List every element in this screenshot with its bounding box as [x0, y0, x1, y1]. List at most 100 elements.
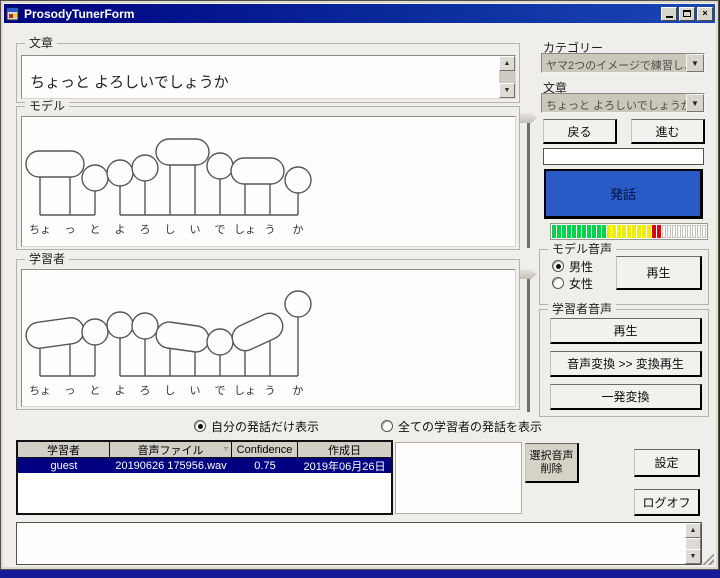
mora-label: で — [215, 385, 226, 397]
recordings-table[interactable]: 学習者 音声ファイル▿ Confidence 作成日 guest20190626… — [16, 440, 393, 515]
pitch-circle — [107, 160, 133, 186]
back-button[interactable]: 戻る — [543, 119, 617, 144]
meter-segment — [627, 225, 631, 238]
pitch-oval — [24, 316, 85, 350]
sentence-dropdown[interactable]: ちょっと よろしいでしょうか ▼ — [541, 93, 705, 113]
sentence-dropdown-value: ちょっと よろしいでしょうか — [542, 94, 686, 112]
sentence-scrollbar[interactable]: ▲ ▼ — [499, 56, 515, 98]
radio-female-icon — [552, 277, 564, 289]
category-dropdown[interactable]: ヤマ2つのイメージで練習しよう ▼ — [541, 53, 705, 73]
log-scrollbar[interactable]: ▲ ▼ — [685, 523, 701, 564]
sentence-textbox[interactable]: ちょっと よろしいでしょうか ▲ ▼ — [21, 55, 516, 99]
column-header-confidence[interactable]: Confidence — [232, 442, 298, 457]
meter-segment — [642, 225, 646, 238]
model-slider-track[interactable] — [527, 122, 530, 248]
delete-button-line2: 削除 — [541, 463, 563, 476]
app-window: ProsodyTunerForm × 文章 ちょっと よろしいでしょうか ▲ ▼… — [1, 1, 718, 569]
pitch-circle — [132, 155, 158, 181]
column-header-created[interactable]: 作成日 — [298, 442, 391, 457]
resize-grip[interactable] — [701, 552, 714, 565]
settings-button[interactable]: 設定 — [634, 449, 700, 477]
empty-detail-panel — [395, 442, 522, 514]
oneshot-convert-button[interactable]: 一発変換 — [550, 384, 702, 410]
filter-all-radio[interactable]: 全ての学習者の発話を表示 — [381, 419, 542, 433]
model-slider-thumb[interactable] — [520, 113, 537, 123]
meter-segment — [567, 225, 571, 238]
close-button[interactable]: × — [697, 7, 713, 21]
voice-convert-button[interactable]: 音声変換 >> 変換再生 — [550, 351, 702, 377]
mora-label: しょ — [234, 384, 256, 397]
table-cell: 20190626 175956.wav — [110, 458, 232, 473]
learner-pitch-chart: ちょっとよろしいでしょうか — [22, 270, 515, 406]
scroll-down-icon[interactable]: ▼ — [499, 83, 515, 98]
scroll-up-icon[interactable]: ▲ — [685, 523, 701, 538]
meter-segment — [602, 225, 606, 238]
forward-button[interactable]: 進む — [631, 119, 705, 144]
pitch-oval — [231, 158, 284, 184]
meter-segment — [597, 225, 601, 238]
meter-segment — [677, 225, 681, 238]
mora-label: ろ — [140, 224, 151, 236]
pitch-circle — [207, 329, 233, 355]
mora-label: と — [90, 223, 101, 236]
pitch-oval — [26, 151, 84, 177]
meter-segment — [637, 225, 641, 238]
pitch-circle — [82, 319, 108, 345]
meter-segment — [557, 225, 561, 238]
maximize-button[interactable] — [679, 7, 695, 21]
female-voice-radio[interactable]: 女性 — [552, 276, 593, 290]
model-pitch-panel[interactable]: ちょっとよろしいでしょうか — [21, 116, 516, 247]
mora-label: い — [190, 385, 201, 397]
delete-selected-voice-button[interactable]: 選択音声 削除 — [525, 443, 579, 483]
learner-play-button[interactable]: 再生 — [550, 318, 702, 344]
mora-label: い — [190, 224, 201, 236]
meter-segment — [652, 225, 656, 238]
meter-segment — [692, 225, 696, 238]
learner-pitch-panel[interactable]: ちょっとよろしいでしょうか — [21, 269, 516, 407]
meter-segment — [552, 225, 556, 238]
pitch-oval — [228, 309, 287, 355]
mora-label: ちょ — [29, 384, 51, 397]
sort-indicator-icon: ▿ — [224, 445, 228, 453]
table-header-row: 学習者 音声ファイル▿ Confidence 作成日 — [18, 442, 391, 458]
chevron-down-icon[interactable]: ▼ — [686, 94, 704, 112]
logoff-button[interactable]: ログオフ — [634, 489, 700, 516]
filter-own-radio[interactable]: 自分の発話だけ表示 — [194, 419, 319, 433]
learner-slider-thumb[interactable] — [520, 269, 537, 279]
log-textarea[interactable]: ▲ ▼ — [16, 522, 702, 565]
table-row[interactable]: guest20190626 175956.wav0.752019年06月26日 — [18, 458, 391, 473]
column-header-file[interactable]: 音声ファイル▿ — [110, 442, 232, 457]
pitch-circle — [285, 167, 311, 193]
model-pitch-chart: ちょっとよろしいでしょうか — [22, 117, 515, 246]
meter-segment — [592, 225, 596, 238]
pitch-circle — [82, 165, 108, 191]
mora-label: よ — [115, 384, 126, 397]
learner-slider-track[interactable] — [527, 278, 530, 412]
app-icon — [6, 7, 20, 21]
column-header-learner[interactable]: 学習者 — [18, 442, 110, 457]
radio-male-icon — [552, 260, 564, 272]
meter-segment — [697, 225, 701, 238]
meter-segment — [702, 225, 706, 238]
meter-segment — [572, 225, 576, 238]
mora-label: し — [165, 384, 176, 397]
minimize-button[interactable] — [661, 7, 677, 21]
sentence-text: ちょっと よろしいでしょうか — [30, 74, 229, 91]
model-play-button[interactable]: 再生 — [616, 256, 702, 290]
male-voice-label: 男性 — [569, 258, 593, 275]
male-voice-radio[interactable]: 男性 — [552, 259, 593, 273]
close-icon: × — [702, 9, 707, 18]
mora-label: ろ — [140, 385, 151, 397]
title-bar[interactable]: ProsodyTunerForm × — [4, 4, 715, 23]
table-cell: 0.75 — [232, 458, 298, 473]
scroll-up-icon[interactable]: ▲ — [499, 56, 515, 71]
mora-label: う — [265, 384, 276, 397]
speech-text-input[interactable] — [543, 148, 704, 165]
pitch-oval — [156, 139, 209, 165]
radio-all-icon — [381, 420, 393, 432]
scroll-down-icon[interactable]: ▼ — [685, 549, 701, 564]
chevron-down-icon[interactable]: ▼ — [686, 54, 704, 72]
meter-segment — [607, 225, 611, 238]
mora-label: と — [90, 384, 101, 397]
speak-button[interactable]: 発話 — [544, 169, 703, 219]
